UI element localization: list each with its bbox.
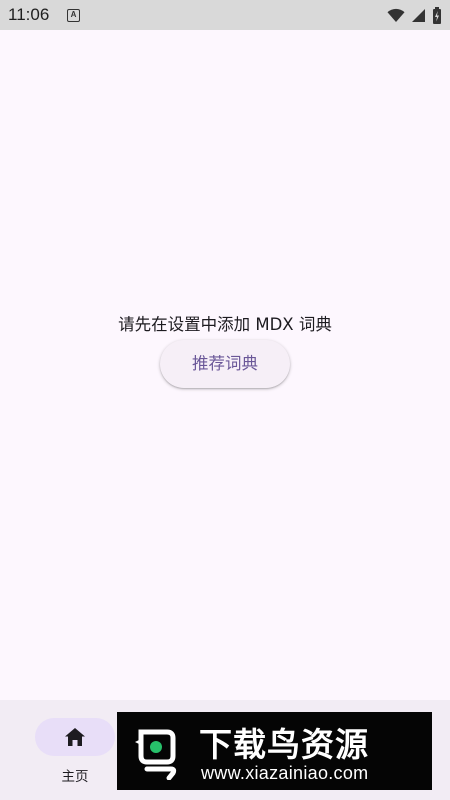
wifi-icon [387,8,405,22]
nav-item-home[interactable]: 主页 [35,718,115,790]
nav-active-indicator [35,718,115,756]
recommend-dictionary-button[interactable]: 推荐词典 [160,340,290,388]
nav-label-home: 主页 [61,769,89,785]
cellular-signal-icon [412,9,425,22]
status-icons [387,7,442,24]
bird-logo-icon [135,729,177,780]
main-content: 请先在设置中添加 MDX 词典 推荐词典 [0,30,450,700]
battery-icon [433,7,441,24]
watermark-banner: 下载鸟资源 www.xiazainiao.com [117,712,432,790]
a-notification-icon: A [67,9,80,22]
status-bar: 11:06 A [0,0,450,30]
watermark-title: 下载鸟资源 [199,725,369,764]
watermark-url: www.xiazainiao.com [201,763,369,783]
empty-state-message: 请先在设置中添加 MDX 词典 [118,315,332,334]
home-icon [65,728,85,746]
status-time: 11:06 [8,5,50,24]
